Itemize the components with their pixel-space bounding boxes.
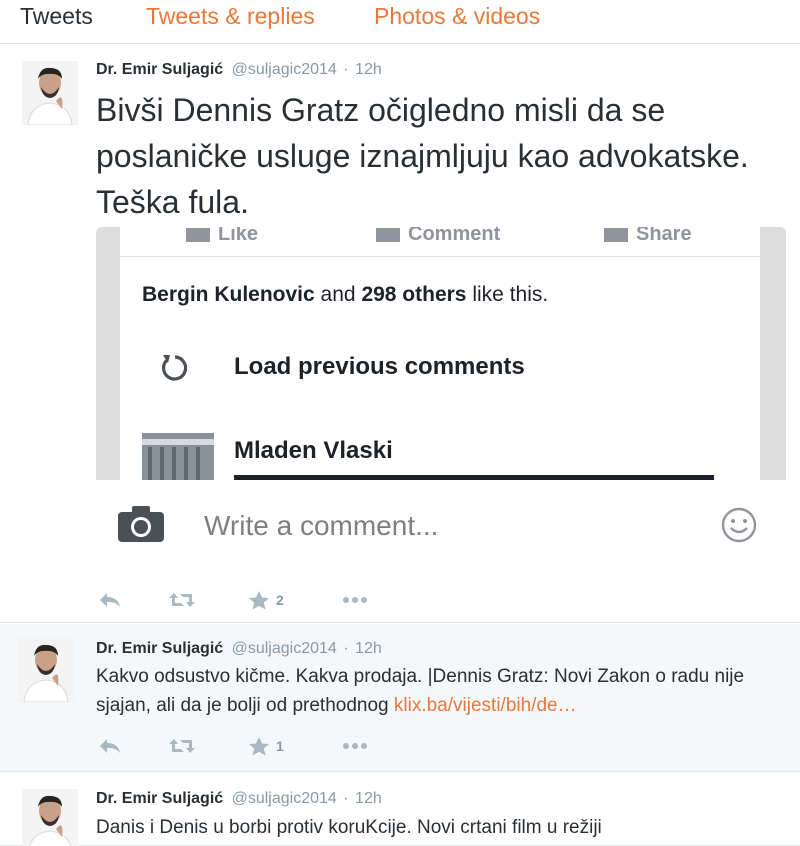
camera-icon [118, 506, 164, 542]
fb-write-comment-bar: Write a comment... [96, 480, 786, 580]
fb-comment-label: Comment [408, 227, 501, 245]
tab-photos-and-videos[interactable]: Photos & videos [374, 2, 540, 30]
commenter-photo [142, 433, 214, 483]
fb-share: Share [604, 227, 692, 246]
more-button[interactable] [342, 588, 368, 612]
fb-likes-suffix: like this. [472, 283, 549, 306]
separator-dot: · [343, 640, 349, 657]
avatar-image [22, 789, 78, 846]
favorite-icon [249, 737, 269, 756]
thumbs-up-icon [186, 227, 210, 242]
fb-action-bar: Like Comment Share [120, 227, 760, 257]
fb-comment: Comment [376, 227, 500, 246]
favorite-icon [249, 591, 269, 610]
tweet[interactable]: Dr. Emir Suljagić @suljagic2014 · 12h Da… [0, 773, 800, 846]
reply-icon [100, 593, 120, 607]
favorite-button[interactable]: 1 [248, 734, 284, 758]
avatar[interactable] [22, 789, 78, 846]
refresh-icon [161, 355, 188, 381]
tweet-header: Dr. Emir Suljagić @suljagic2014 · 12h [96, 60, 382, 80]
more-icon [343, 597, 367, 603]
tweet-header: Dr. Emir Suljagić @suljagic2014 · 12h [96, 639, 382, 659]
tweet-text: Danis i Denis u borbi protiv koruKcije. … [96, 817, 602, 838]
tweet-link[interactable]: klix.ba/vijesti/bih/de… [394, 695, 577, 716]
tweet[interactable]: Dr. Emir Suljagić @suljagic2014 · 12h Ka… [0, 624, 800, 772]
author-name[interactable]: Dr. Emir Suljagić [96, 61, 223, 78]
separator-dot: · [343, 61, 349, 78]
more-icon [343, 743, 367, 749]
favorite-button[interactable]: 2 [248, 588, 284, 612]
tweet-text: Kakvo odsustvo kičme. Kakva prodaja. |De… [96, 662, 786, 720]
fb-likes-count: 298 others [361, 283, 467, 306]
tweet-media-image[interactable]: Like Comment Share Bergin Kulenovic and … [96, 227, 786, 617]
retweet-button[interactable] [168, 734, 196, 758]
tweet[interactable]: Dr. Emir Suljagić @suljagic2014 · 12h Bi… [0, 45, 800, 623]
fb-likes-summary: Bergin Kulenovic and 298 others like thi… [142, 283, 548, 307]
tab-tweets-and-replies[interactable]: Tweets & replies [146, 2, 315, 30]
author-handle[interactable]: @suljagic2014 [232, 61, 337, 78]
fb-like-label: Like [218, 227, 259, 245]
author-handle[interactable]: @suljagic2014 [232, 790, 337, 807]
favorite-count: 1 [276, 738, 284, 754]
smiley-icon [721, 507, 757, 543]
tweet-header: Dr. Emir Suljagić @suljagic2014 · 12h [96, 789, 382, 809]
fb-like: Like [186, 227, 258, 246]
timestamp[interactable]: 12h [355, 640, 382, 657]
author-name[interactable]: Dr. Emir Suljagić [96, 640, 223, 657]
comment-bubble-icon [376, 227, 400, 242]
commenter-avatar [142, 433, 214, 483]
favorite-count: 2 [276, 592, 284, 608]
tab-tweets[interactable]: Tweets [20, 2, 93, 30]
facebook-screenshot: Like Comment Share Bergin Kulenovic and … [120, 227, 760, 483]
avatar[interactable] [22, 61, 78, 125]
timestamp[interactable]: 12h [355, 61, 382, 78]
more-button[interactable] [342, 734, 368, 758]
avatar[interactable] [18, 638, 74, 702]
retweet-button[interactable] [168, 588, 196, 612]
fb-share-label: Share [636, 227, 692, 245]
retweet-icon [169, 739, 195, 753]
separator-dot: · [343, 790, 349, 807]
timestamp[interactable]: 12h [355, 790, 382, 807]
profile-tabs: Tweets Tweets & replies Photos & videos [0, 0, 800, 44]
fb-liker-name: Bergin Kulenovic [142, 283, 315, 306]
fb-load-previous-comments: Load previous comments [234, 353, 525, 380]
reply-icon [100, 739, 120, 753]
author-name[interactable]: Dr. Emir Suljagić [96, 790, 223, 807]
avatar-image [18, 638, 74, 702]
reply-button[interactable] [98, 734, 122, 758]
tweet-text: Bivši Dennis Gratz očigledno misli da se… [96, 92, 749, 220]
share-arrow-icon [604, 227, 628, 242]
author-handle[interactable]: @suljagic2014 [232, 640, 337, 657]
fb-write-comment-placeholder: Write a comment... [204, 510, 439, 541]
retweet-icon [169, 593, 195, 607]
fb-likes-and: and [320, 283, 356, 306]
fb-commenter-name: Mladen Vlaski [234, 437, 393, 464]
reply-button[interactable] [98, 588, 122, 612]
avatar-image [22, 61, 78, 125]
